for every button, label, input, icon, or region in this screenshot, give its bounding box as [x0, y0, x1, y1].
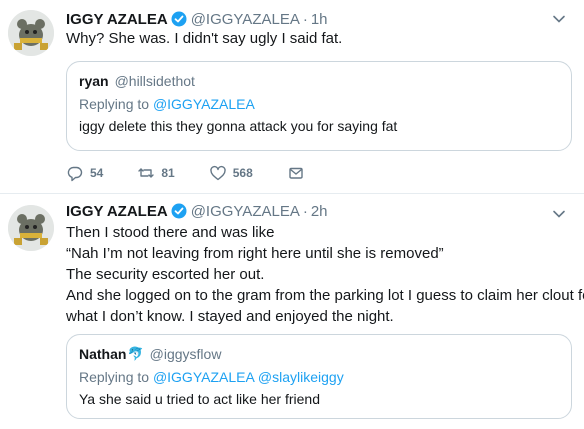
- reply-count: 54: [90, 166, 104, 180]
- heart-icon: [210, 165, 226, 181]
- tweet-timestamp[interactable]: 1h: [311, 11, 328, 28]
- chevron-down-icon[interactable]: [552, 12, 566, 26]
- reply-button[interactable]: 54: [66, 164, 103, 182]
- replying-to-handle[interactable]: @IGGYAZALEA: [153, 96, 255, 112]
- replying-to-prefix: Replying to: [79, 369, 153, 385]
- tweet-text: Why? She was. I didn't say ugly I said f…: [66, 28, 570, 49]
- avatar-image: [8, 10, 54, 56]
- tweet-header: IGGY AZALEA @IGGYAZALEA · 2h: [66, 201, 328, 221]
- like-count: 568: [232, 166, 253, 180]
- tweet-text-line: “Nah I’m not leaving from right here unt…: [66, 245, 444, 262]
- avatar[interactable]: [8, 10, 54, 56]
- verified-badge-icon: [171, 203, 187, 219]
- retweet-icon: [138, 168, 155, 178]
- avatar[interactable]: [8, 205, 54, 251]
- chevron-down-icon[interactable]: [552, 207, 566, 221]
- tweet-actions: 54 81 568: [66, 163, 339, 183]
- author-name[interactable]: IGGY AZALEA: [66, 11, 168, 28]
- avatar-image: [8, 205, 54, 251]
- tweet-text-line: And she logged on to the gram from the p…: [66, 287, 584, 304]
- quoted-tweet-header: Nathan 🐬 @iggysflow: [79, 345, 559, 363]
- replying-to: Replying to @IGGYAZALEA @slaylikeiggy: [79, 369, 559, 385]
- quoted-author-name: Nathan: [79, 346, 127, 362]
- replying-to-handle[interactable]: @IGGYAZALEA @slaylikeiggy: [153, 369, 344, 385]
- quoted-tweet-text: Ya she said u tried to act like her frie…: [79, 391, 320, 407]
- tweet-timestamp[interactable]: 2h: [311, 203, 328, 220]
- separator-dot: ·: [302, 202, 308, 220]
- direct-message-button[interactable]: [287, 164, 305, 182]
- tweet-text-line: Why? She was. I didn't say ugly I said f…: [66, 30, 343, 47]
- replying-to: Replying to @IGGYAZALEA: [79, 96, 559, 112]
- envelope-icon: [289, 167, 303, 179]
- quoted-tweet[interactable]: ryan @hillsidethot Replying to @IGGYAZAL…: [66, 61, 572, 151]
- dolphin-icon: 🐬: [127, 346, 144, 361]
- author-handle[interactable]: @IGGYAZALEA: [191, 203, 300, 220]
- tweet-text-line: The security escorted her out.: [66, 266, 265, 283]
- quoted-tweet[interactable]: Nathan 🐬 @iggysflow Replying to @IGGYAZA…: [66, 334, 572, 419]
- author-handle[interactable]: @IGGYAZALEA: [191, 11, 300, 28]
- quoted-tweet-text: iggy delete this they gonna attack you f…: [79, 118, 398, 134]
- quoted-author-handle: @iggysflow: [149, 346, 222, 362]
- quoted-tweet-header: ryan @hillsidethot: [79, 72, 559, 90]
- replying-to-prefix: Replying to: [79, 96, 153, 112]
- tweet-text-line: Then I stood there and was like: [66, 224, 275, 241]
- tweet-text-line: what I don’t know. I stayed and enjoyed …: [66, 308, 394, 325]
- separator-dot: ·: [302, 10, 308, 28]
- verified-badge-icon: [171, 11, 187, 27]
- tweet[interactable]: IGGY AZALEA @IGGYAZALEA · 2h Then I stoo…: [0, 195, 584, 429]
- like-button[interactable]: 568: [209, 164, 253, 182]
- tweet[interactable]: IGGY AZALEA @IGGYAZALEA · 1h Why? She wa…: [0, 0, 584, 194]
- tweet-header: IGGY AZALEA @IGGYAZALEA · 1h: [66, 9, 328, 29]
- quoted-author-name: ryan: [79, 73, 109, 89]
- tweet-text: Then I stood there and was like “Nah I’m…: [66, 222, 584, 327]
- author-name[interactable]: IGGY AZALEA: [66, 203, 168, 220]
- retweet-count: 81: [161, 166, 175, 180]
- retweet-button[interactable]: 81: [137, 164, 175, 182]
- quoted-author-handle: @hillsidethot: [114, 73, 195, 89]
- reply-icon: [67, 166, 83, 182]
